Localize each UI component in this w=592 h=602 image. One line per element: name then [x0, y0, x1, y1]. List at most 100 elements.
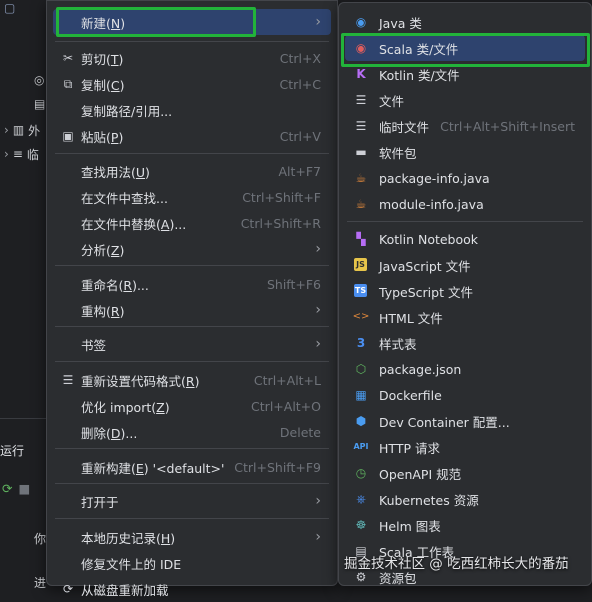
console-text: 进: [34, 576, 47, 590]
panel-divider: [0, 418, 48, 419]
new-item-dev-container[interactable]: ⬢ Dev Container 配置...: [345, 408, 585, 434]
menu-item-find-usages[interactable]: 查找用法(U) Alt+F7: [53, 158, 331, 184]
kubernetes-icon: ⎈: [356, 492, 366, 506]
menu-item-label: package-info.java: [379, 170, 490, 186]
menu-item-label: 本地历史记录(H): [81, 530, 176, 546]
menu-item-shortcut: Ctrl+V: [279, 128, 321, 144]
scratch-file-icon: ☰: [355, 119, 367, 133]
new-item-stylesheet[interactable]: 3 样式表: [345, 330, 585, 356]
menu-item-repair-ide[interactable]: 修复文件上的 IDE: [53, 550, 331, 576]
menu-item-label: 临时文件: [379, 119, 430, 135]
menu-item-shortcut: Ctrl+Alt+Shift+Insert: [440, 118, 575, 134]
menu-item-local-history[interactable]: 本地历史记录(H) ›: [53, 524, 331, 550]
new-item-scala-class[interactable]: ◉ Scala 类/文件: [345, 35, 585, 61]
menu-item-label: 软件包: [379, 145, 417, 161]
watermark: 掘金技术社区 @ 吃西红柿长大的番茄: [344, 556, 569, 572]
new-item-java-class[interactable]: ◉ Java 类: [345, 9, 585, 35]
tree-row-label: 临: [26, 147, 39, 162]
menu-item-shortcut: Alt+F7: [278, 163, 321, 179]
tree-row-external-libraries[interactable]: › ▥ 外: [4, 120, 40, 140]
file-icon: ☰: [355, 93, 367, 107]
menu-item-label: 粘贴(P): [81, 129, 124, 145]
menu-item-cut[interactable]: ✂ 剪切(T) Ctrl+X: [53, 45, 331, 71]
tree-row[interactable]: ▢: [4, 0, 15, 18]
run-panel-title[interactable]: 运行: [0, 442, 24, 459]
new-item-typescript[interactable]: TS TypeScript 文件: [345, 278, 585, 304]
menu-item-label: module-info.java: [379, 196, 484, 212]
menu-item-label: 书签: [81, 337, 107, 353]
menu-item-label: TypeScript 文件: [379, 284, 473, 300]
new-item-dockerfile[interactable]: ▦ Dockerfile: [345, 382, 585, 408]
reformat-icon: ☰: [62, 373, 74, 387]
menu-item-delete[interactable]: 删除(D)... Delete: [53, 419, 331, 445]
menu-item-label: 样式表: [379, 336, 417, 352]
new-item-kubernetes[interactable]: ⎈ Kubernetes 资源: [345, 486, 585, 512]
menu-separator: [55, 41, 329, 42]
new-item-html[interactable]: <> HTML 文件: [345, 304, 585, 330]
typescript-icon: TS: [354, 284, 367, 297]
menu-item-rebuild[interactable]: 重新构建(E) '<default>' Ctrl+Shift+F9: [53, 454, 331, 480]
menu-item-analyze[interactable]: 分析(Z) ›: [53, 236, 331, 262]
css-icon: 3: [356, 336, 366, 350]
menu-item-shortcut: Ctrl+Alt+L: [253, 372, 321, 388]
menu-item-label: HTTP 请求: [379, 440, 440, 456]
menu-item-reload-from-disk[interactable]: ⟳ 从磁盘重新加载: [53, 576, 331, 602]
kotlin-notebook-icon: ▚: [356, 232, 366, 246]
menu-item-label: 重命名(R)...: [81, 277, 149, 293]
scratch-icon: ≡: [12, 147, 23, 161]
menu-separator: [55, 448, 329, 449]
menu-item-replace-in-files[interactable]: 在文件中替换(A)... Ctrl+Shift+R: [53, 210, 331, 236]
menu-item-new[interactable]: 新建(N) ›: [53, 9, 331, 35]
menu-item-optimize-imports[interactable]: 优化 import(Z) Ctrl+Alt+O: [53, 393, 331, 419]
menu-item-open-in[interactable]: 打开于 ›: [53, 488, 331, 514]
chevron-right-icon: ›: [315, 14, 321, 30]
run-panel-toolbar: ⟳ ■: [0, 474, 44, 502]
tree-row-scratches[interactable]: › ≡ 临: [4, 144, 39, 164]
kotlin-file-icon: K: [356, 67, 366, 81]
menu-item-shortcut: Delete: [279, 424, 321, 440]
new-item-package-info[interactable]: ☕ package-info.java: [345, 165, 585, 191]
menu-item-label: 重构(R): [81, 303, 125, 319]
new-item-package-json[interactable]: ⬡ package.json: [345, 356, 585, 382]
menu-item-reformat-code[interactable]: ☰ 重新设置代码格式(R) Ctrl+Alt+L: [53, 367, 331, 393]
new-item-helm[interactable]: ☸ Helm 图表: [345, 512, 585, 538]
new-item-javascript[interactable]: JS JavaScript 文件: [345, 252, 585, 278]
new-item-file[interactable]: ☰ 文件: [345, 87, 585, 113]
menu-item-label: 复制路径/引用...: [81, 103, 173, 119]
new-item-module-info[interactable]: ☕ module-info.java: [345, 191, 585, 217]
menu-item-refactor[interactable]: 重构(R) ›: [53, 297, 331, 323]
menu-item-copy-path[interactable]: 复制路径/引用...: [53, 97, 331, 123]
java-class-icon: ◉: [355, 15, 367, 29]
chevron-right-icon: ›: [315, 493, 321, 509]
new-item-package[interactable]: ▬ 软件包: [345, 139, 585, 165]
chevron-right-icon: ›: [315, 529, 321, 545]
menu-item-paste[interactable]: ▣ 粘贴(P) Ctrl+V: [53, 123, 331, 149]
menu-item-label: 重新设置代码格式(R): [81, 373, 200, 389]
menu-item-rename[interactable]: 重命名(R)... Shift+F6: [53, 271, 331, 297]
menu-item-find-in-files[interactable]: 在文件中查找... Ctrl+Shift+F: [53, 184, 331, 210]
reload-icon: ⟳: [62, 582, 74, 596]
new-item-openapi[interactable]: ◷ OpenAPI 规范: [345, 460, 585, 486]
tree-row[interactable]: ◎: [34, 70, 44, 90]
menu-item-copy[interactable]: ⧉ 复制(C) Ctrl+C: [53, 71, 331, 97]
tree-row[interactable]: ▤: [34, 94, 45, 114]
menu-item-bookmarks[interactable]: 书签 ›: [53, 331, 331, 357]
new-item-http-request[interactable]: API HTTP 请求: [345, 434, 585, 460]
stop-icon[interactable]: ■: [18, 481, 30, 496]
new-item-kotlin-notebook[interactable]: ▚ Kotlin Notebook: [345, 226, 585, 252]
menu-item-label: 文件: [379, 93, 405, 109]
menu-separator: [55, 361, 329, 362]
menu-item-label: Dev Container 配置...: [379, 414, 510, 430]
new-item-kotlin-file[interactable]: K Kotlin 类/文件: [345, 61, 585, 87]
nodejs-icon: ⬡: [355, 362, 367, 376]
class-icon: ◎: [34, 73, 45, 87]
menu-item-shortcut: Ctrl+X: [279, 50, 321, 66]
dev-container-icon: ⬢: [355, 414, 367, 428]
new-submenu: ◉ Java 类 ◉ Scala 类/文件 K Kotlin 类/文件 ☰ 文件…: [338, 2, 592, 586]
new-item-scratch-file[interactable]: ☰ 临时文件 Ctrl+Alt+Shift+Insert: [345, 113, 585, 139]
openapi-icon: ◷: [355, 466, 367, 480]
rerun-icon[interactable]: ⟳: [2, 481, 12, 496]
scala-class-icon: ◉: [355, 41, 367, 55]
console-text: 你: [34, 532, 47, 546]
menu-separator: [55, 326, 329, 327]
